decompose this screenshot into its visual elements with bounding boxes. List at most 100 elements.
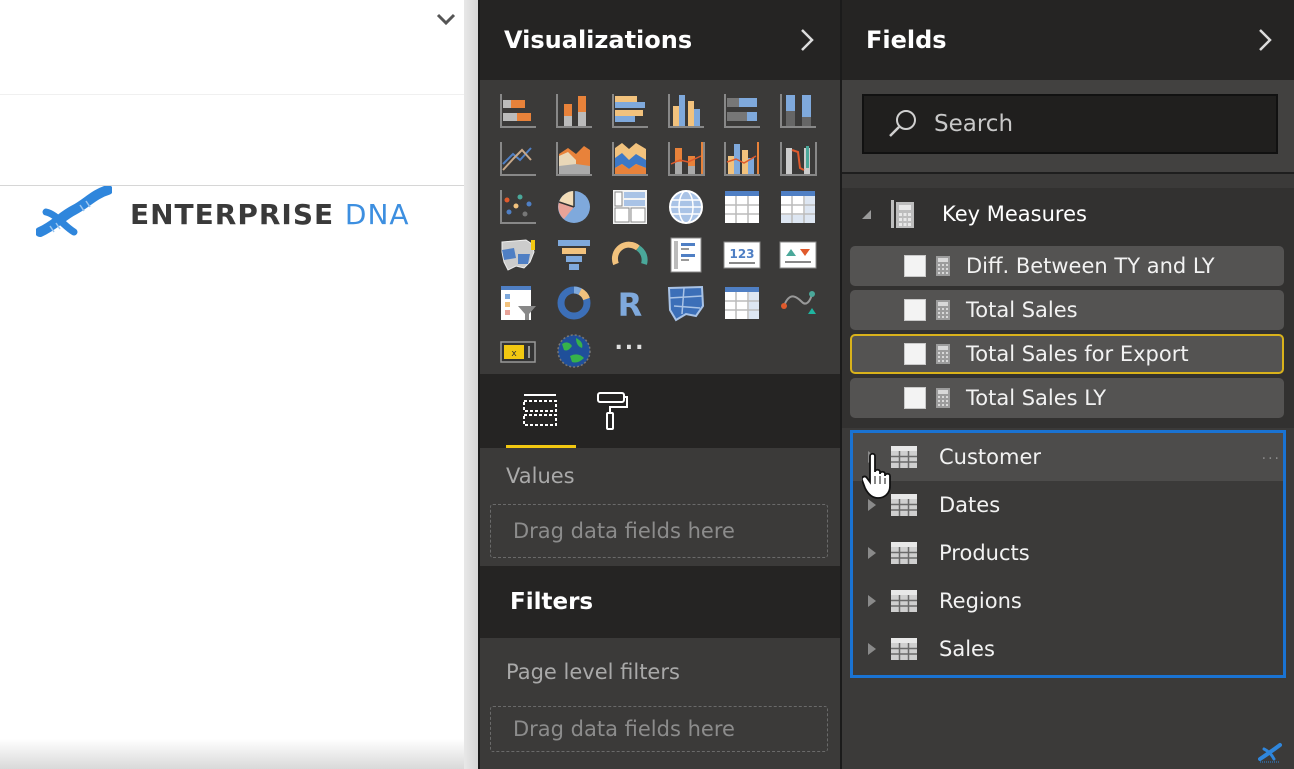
ribbon-chart-icon[interactable]	[776, 138, 820, 180]
clustered-bar-chart-icon[interactable]	[608, 90, 652, 132]
slicer-icon[interactable]	[496, 282, 540, 324]
page-level-filters-label: Page level filters	[506, 660, 680, 684]
measure-label: Diff. Between TY and LY	[966, 254, 1215, 278]
expand-triangle-icon[interactable]	[867, 594, 877, 608]
custom-card-visual-icon[interactable]: x	[496, 330, 540, 372]
gauge-icon[interactable]	[608, 234, 652, 276]
globe-map-icon[interactable]	[552, 330, 596, 372]
clustered-column-chart-icon[interactable]	[664, 90, 708, 132]
table-icon	[891, 590, 917, 612]
calculator-icon	[936, 388, 950, 408]
chevron-down-icon[interactable]	[435, 8, 457, 30]
filters-title: Filters	[480, 566, 840, 638]
custom-path-visual-icon[interactable]	[776, 282, 820, 324]
format-tab[interactable]	[576, 374, 648, 448]
paint-roller-icon	[597, 392, 628, 430]
shape-map-icon[interactable]	[664, 282, 708, 324]
search-input[interactable]	[934, 111, 1234, 137]
measure-item[interactable]: Total Sales LY	[850, 378, 1284, 418]
expand-triangle-icon[interactable]	[867, 498, 877, 512]
treemap-icon[interactable]	[608, 186, 652, 228]
more-options-icon[interactable]: ...	[1262, 447, 1281, 463]
table-row-dates[interactable]: Dates	[853, 481, 1283, 529]
measure-item[interactable]: Total Sales	[850, 290, 1284, 330]
values-label: Values	[506, 464, 575, 488]
line-and-clustered-column-chart-icon[interactable]	[720, 138, 764, 180]
table-row-regions[interactable]: Regions	[853, 577, 1283, 625]
visualizations-pane: Visualizations 123 R x ... Values Drag d…	[478, 0, 840, 769]
table-label: Products	[939, 541, 1030, 565]
table-row-products[interactable]: Products	[853, 529, 1283, 577]
group-key-measures[interactable]: Key Measures	[842, 188, 1294, 240]
table-icon[interactable]	[720, 186, 764, 228]
stacked-bar-chart-icon[interactable]	[496, 90, 540, 132]
measure-checkbox[interactable]	[904, 387, 926, 409]
measure-label: Total Sales for Export	[966, 342, 1189, 366]
table-label: Dates	[939, 493, 1001, 517]
fields-search-box[interactable]	[862, 94, 1278, 154]
measure-checkbox[interactable]	[904, 343, 926, 365]
stacked-area-chart-icon[interactable]	[608, 138, 652, 180]
measure-checkbox[interactable]	[904, 255, 926, 277]
search-icon	[889, 110, 916, 137]
group-label: Key Measures	[942, 202, 1087, 226]
r-script-visual-icon[interactable]: R	[608, 282, 652, 324]
scatter-chart-icon[interactable]	[496, 186, 540, 228]
chevron-right-icon[interactable]	[1256, 27, 1274, 53]
table-custom-visual-icon[interactable]	[720, 282, 764, 324]
divider	[0, 94, 467, 95]
report-canvas[interactable]: ENTERPRISE DNA	[0, 0, 478, 769]
stacked-column-chart-icon[interactable]	[552, 90, 596, 132]
donut-chart-icon[interactable]	[552, 282, 596, 324]
more-visuals-button[interactable]: ...	[608, 330, 652, 372]
fields-list: Key Measures Diff. Between TY and LY Tot…	[842, 174, 1294, 678]
canvas-visual-card[interactable]	[0, 0, 468, 186]
calculator-icon	[936, 300, 950, 320]
table-row-sales[interactable]: Sales	[853, 625, 1283, 673]
kpi-icon[interactable]	[776, 234, 820, 276]
canvas-scrollbar[interactable]	[464, 0, 478, 769]
search-container	[842, 80, 1294, 174]
dna-helix-icon	[36, 186, 112, 237]
table-icon	[891, 542, 917, 564]
tables-selection-box: Customer ... Dates Products Regions Sale…	[850, 430, 1286, 678]
logo-text: ENTERPRISE DNA	[130, 198, 410, 231]
line-and-stacked-column-chart-icon[interactable]	[664, 138, 708, 180]
table-row-customer[interactable]: Customer ...	[853, 433, 1283, 481]
visual-gallery: 123 R x ...	[480, 80, 840, 374]
table-icon	[891, 446, 917, 468]
viz-tab-bar	[480, 374, 840, 448]
expand-triangle-icon[interactable]	[867, 546, 877, 560]
filters-section: Page level filters Drag data fields here	[480, 638, 840, 769]
100-percent-stacked-column-chart-icon[interactable]	[776, 90, 820, 132]
expand-triangle-icon[interactable]	[867, 642, 877, 656]
fields-tab[interactable]	[504, 374, 576, 448]
expand-triangle-icon[interactable]	[867, 450, 877, 464]
line-chart-icon[interactable]	[496, 138, 540, 180]
funnel-icon[interactable]	[552, 234, 596, 276]
table-label: Customer	[939, 445, 1042, 469]
card-icon[interactable]: 123	[720, 234, 764, 276]
measure-label: Total Sales	[966, 298, 1078, 322]
collapse-triangle-icon[interactable]	[860, 208, 872, 220]
chevron-right-icon[interactable]	[798, 27, 816, 53]
fields-well-icon	[523, 394, 557, 426]
matrix-icon[interactable]	[776, 186, 820, 228]
measure-checkbox[interactable]	[904, 299, 926, 321]
filled-map-icon[interactable]	[496, 234, 540, 276]
filters-dropzone[interactable]: Drag data fields here	[490, 706, 828, 752]
card-icon-text: 123	[729, 247, 754, 261]
measure-item[interactable]: Diff. Between TY and LY	[850, 246, 1284, 286]
values-dropzone[interactable]: Drag data fields here	[490, 504, 828, 558]
calculator-icon	[936, 256, 950, 276]
100-percent-stacked-bar-chart-icon[interactable]	[720, 90, 764, 132]
table-icon	[891, 494, 917, 516]
pie-chart-icon[interactable]	[552, 186, 596, 228]
visualizations-header: Visualizations	[480, 0, 840, 80]
measures-list: Diff. Between TY and LY Total Sales Tota…	[842, 240, 1294, 428]
measure-item-highlighted[interactable]: Total Sales for Export	[850, 334, 1284, 374]
map-icon[interactable]	[664, 186, 708, 228]
area-chart-icon[interactable]	[552, 138, 596, 180]
multi-row-card-icon[interactable]	[664, 234, 708, 276]
fields-header: Fields	[842, 0, 1294, 80]
